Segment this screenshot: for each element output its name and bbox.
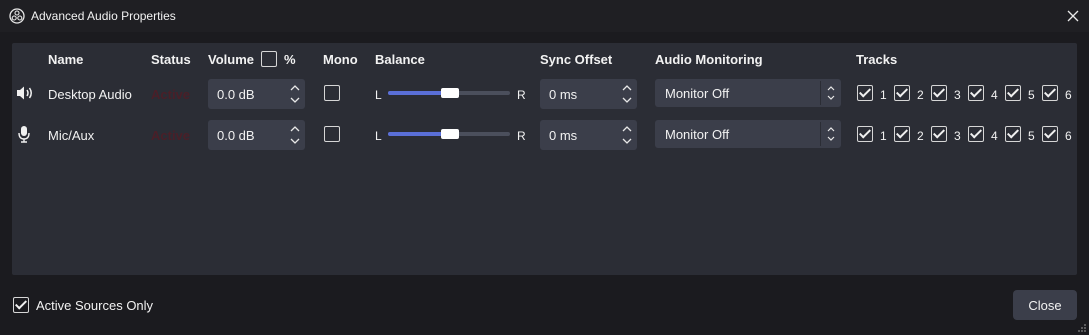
balance-left-label: L xyxy=(375,129,382,143)
volume-spinbox[interactable]: 0.0 dB xyxy=(208,120,305,150)
source-name: Mic/Aux xyxy=(48,128,95,143)
track-checkbox-3[interactable] xyxy=(931,85,947,101)
microphone-icon xyxy=(18,126,30,143)
track-checkbox-6[interactable] xyxy=(1042,126,1058,142)
track-label-3: 3 xyxy=(954,129,961,143)
status-badge: Active xyxy=(151,128,191,143)
dropdown-divider xyxy=(820,81,821,105)
header-volume: Volume xyxy=(208,52,254,67)
spin-arrows-icon[interactable] xyxy=(289,123,301,147)
track-label-4: 4 xyxy=(991,88,998,102)
header-balance: Balance xyxy=(375,52,425,67)
track-label-1: 1 xyxy=(880,88,887,102)
header-audio-monitoring: Audio Monitoring xyxy=(655,52,763,67)
track-label-2: 2 xyxy=(917,88,924,102)
header-mono: Mono xyxy=(323,52,358,67)
mono-checkbox[interactable] xyxy=(324,85,340,101)
dropdown-divider xyxy=(820,122,821,146)
track-label-6: 6 xyxy=(1065,129,1072,143)
track-checkbox-2[interactable] xyxy=(894,85,910,101)
track-checkbox-6[interactable] xyxy=(1042,85,1058,101)
close-button[interactable]: Close xyxy=(1013,290,1077,320)
window-title: Advanced Audio Properties xyxy=(31,9,176,23)
volume-spinbox[interactable]: 0.0 dB xyxy=(208,79,305,109)
track-checkbox-3[interactable] xyxy=(931,126,947,142)
spin-arrows-icon[interactable] xyxy=(289,82,301,106)
header-tracks: Tracks xyxy=(856,52,898,67)
track-label-3: 3 xyxy=(954,88,961,102)
spin-arrows-icon[interactable] xyxy=(621,82,633,106)
track-label-1: 1 xyxy=(880,129,887,143)
obs-logo-icon xyxy=(9,8,25,24)
close-icon xyxy=(1067,10,1079,22)
track-checkbox-2[interactable] xyxy=(894,126,910,142)
volume-percent-checkbox[interactable] xyxy=(261,51,277,67)
sync-offset-value: 0 ms xyxy=(549,128,578,143)
header-status: Status xyxy=(151,52,191,67)
balance-right-label: R xyxy=(517,88,526,102)
track-checkbox-5[interactable] xyxy=(1005,126,1021,142)
track-checkbox-4[interactable] xyxy=(968,126,984,142)
window-close-button[interactable] xyxy=(1062,5,1084,27)
volume-value: 0.0 dB xyxy=(217,128,255,143)
active-sources-only-label: Active Sources Only xyxy=(36,298,154,313)
track-label-5: 5 xyxy=(1028,129,1035,143)
active-sources-only-checkbox[interactable] xyxy=(13,297,29,313)
spin-arrows-icon[interactable] xyxy=(621,123,633,147)
sync-offset-spinbox[interactable]: 0 ms xyxy=(540,79,637,109)
track-label-5: 5 xyxy=(1028,88,1035,102)
balance-slider-handle[interactable] xyxy=(441,129,459,139)
track-label-6: 6 xyxy=(1065,88,1072,102)
track-checkbox-4[interactable] xyxy=(968,85,984,101)
sources-panel xyxy=(12,43,1077,275)
title-bar: Advanced Audio Properties xyxy=(0,0,1089,32)
header-sync-offset: Sync Offset xyxy=(540,52,613,67)
sync-offset-value: 0 ms xyxy=(549,87,578,102)
sync-offset-spinbox[interactable]: 0 ms xyxy=(540,120,637,150)
track-label-4: 4 xyxy=(991,129,998,143)
volume-value: 0.0 dB xyxy=(217,87,255,102)
balance-slider-handle[interactable] xyxy=(441,88,459,98)
header-percent: % xyxy=(284,52,296,67)
monitoring-value: Monitor Off xyxy=(665,127,730,142)
dropdown-arrows-icon[interactable] xyxy=(825,82,837,104)
monitoring-dropdown[interactable]: Monitor Off xyxy=(655,79,841,107)
monitoring-value: Monitor Off xyxy=(665,86,730,101)
resize-grip-icon[interactable] xyxy=(1077,323,1087,333)
dropdown-arrows-icon[interactable] xyxy=(825,123,837,145)
monitoring-dropdown[interactable]: Monitor Off xyxy=(655,120,841,148)
track-checkbox-5[interactable] xyxy=(1005,85,1021,101)
speaker-icon xyxy=(17,86,32,100)
source-name: Desktop Audio xyxy=(48,87,132,102)
track-checkbox-1[interactable] xyxy=(857,126,873,142)
balance-right-label: R xyxy=(517,129,526,143)
track-label-2: 2 xyxy=(917,129,924,143)
balance-left-label: L xyxy=(375,88,382,102)
header-name: Name xyxy=(48,52,84,67)
status-badge: Active xyxy=(151,87,191,102)
mono-checkbox[interactable] xyxy=(324,126,340,142)
track-checkbox-1[interactable] xyxy=(857,85,873,101)
